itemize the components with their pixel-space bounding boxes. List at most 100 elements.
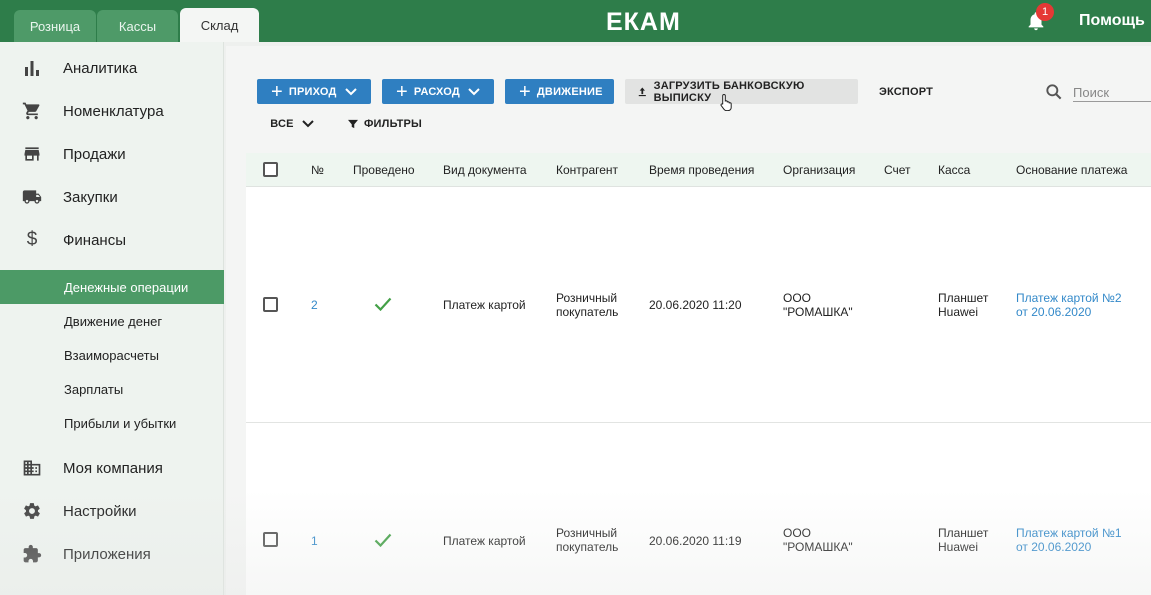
export-button-label: ЭКСПОРТ	[878, 85, 934, 98]
counterparty-line: покупатель	[556, 305, 619, 319]
search-input[interactable]	[1073, 84, 1151, 102]
tab-retail[interactable]: Розница	[14, 10, 96, 42]
operations-table: № Проведено Вид документа Контрагент Вре…	[246, 153, 1151, 595]
column-header-doc-type[interactable]: Вид документа	[443, 163, 527, 177]
filters-button[interactable]: ФИЛЬТРЫ	[340, 111, 430, 136]
column-header-time[interactable]: Время проведения	[649, 163, 754, 177]
register-cell: Планшет Huawei	[938, 291, 988, 319]
doc-type-cell: Платеж картой	[443, 298, 526, 312]
column-header-posted[interactable]: Проведено	[353, 163, 415, 177]
sidebar-item-my-company[interactable]: Моя компания	[0, 448, 224, 488]
tab-registers[interactable]: Кассы	[97, 10, 178, 42]
sidebar-item-label: Закупки	[63, 188, 118, 206]
sidebar-subitem-label: Взаиморасчеты	[64, 347, 159, 363]
checkmark-icon	[374, 533, 392, 547]
table-row[interactable]: 1 Платеж картой Розничный покупатель 20.0…	[246, 423, 1151, 595]
movement-button-label: ДВИЖЕНИЕ	[536, 85, 603, 98]
expense-button-label: РАСХОД	[413, 85, 460, 98]
sidebar-subitem-settlements[interactable]: Взаиморасчеты	[0, 338, 224, 372]
upload-bank-statement-button[interactable]: ЗАГРУЗИТЬ БАНКОВСКУЮ ВЫПИСКУ	[625, 79, 858, 104]
all-filter-dropdown[interactable]: ВСЕ	[261, 111, 323, 136]
payment-basis-line: от 20.06.2020	[1016, 540, 1092, 554]
plus-icon: +	[519, 80, 531, 103]
counterparty-line: покупатель	[556, 540, 619, 554]
sidebar-subitem-cash-flow[interactable]: Движение денег	[0, 304, 224, 338]
search-icon	[1046, 84, 1062, 100]
column-header-payment-basis[interactable]: Основание платежа	[1016, 163, 1127, 177]
table-row[interactable]: 2 Платеж картой Розничный покупатель 20.0…	[246, 187, 1151, 422]
payment-basis-line: Платеж картой №1	[1016, 526, 1122, 540]
sidebar-item-sales[interactable]: Продажи	[0, 134, 224, 174]
filters-button-label: ФИЛЬТРЫ	[363, 117, 423, 130]
all-filter-label: ВСЕ	[270, 117, 294, 130]
column-header-account[interactable]: Счет	[884, 163, 911, 177]
sidebar-item-finance[interactable]: $ Финансы	[0, 220, 224, 260]
organization-line: ООО	[783, 526, 812, 540]
payment-basis-link[interactable]: Платеж картой №2 от 20.06.2020	[1016, 291, 1122, 319]
register-line: Планшет	[938, 291, 989, 305]
puzzle-icon	[23, 544, 42, 563]
select-all-checkbox[interactable]	[263, 162, 278, 177]
income-button-label: ПРИХОД	[288, 85, 337, 98]
sidebar-subitem-label: Зарплаты	[64, 381, 124, 397]
truck-icon	[22, 190, 42, 204]
tab-warehouse[interactable]: Склад	[180, 8, 259, 42]
sidebar-subitem-profit-loss[interactable]: Прибыли и убытки	[0, 406, 224, 440]
column-header-organization[interactable]: Организация	[783, 163, 855, 177]
sidebar-item-label: Настройки	[63, 502, 137, 520]
row-checkbox[interactable]	[263, 532, 278, 547]
export-button[interactable]: ЭКСПОРТ	[871, 79, 941, 104]
sidebar-item-label: Приложения	[63, 545, 151, 563]
sidebar: Аналитика Номенклатура Продажи Закупки $…	[0, 42, 224, 595]
organization-line: ООО	[783, 291, 812, 305]
sidebar-item-label: Продажи	[63, 145, 126, 163]
chevron-down-icon	[468, 87, 480, 95]
hand-cursor-icon	[720, 93, 732, 111]
payment-basis-link[interactable]: Платеж картой №1 от 20.06.2020	[1016, 526, 1122, 554]
counterparty-cell: Розничный покупатель	[556, 526, 618, 554]
chevron-down-icon	[301, 119, 314, 127]
upload-button-label: ЗАГРУЗИТЬ БАНКОВСКУЮ ВЫПИСКУ	[653, 79, 805, 104]
organization-cell: ООО "РОМАШКА"	[783, 291, 853, 319]
sidebar-item-apps[interactable]: Приложения	[0, 534, 224, 574]
help-link[interactable]: Помощь	[1079, 12, 1145, 30]
counterparty-line: Розничный	[556, 526, 618, 540]
expense-button[interactable]: + РАСХОД	[382, 79, 494, 104]
column-header-register[interactable]: Касса	[938, 163, 970, 177]
register-line: Huawei	[938, 305, 979, 319]
register-line: Huawei	[938, 540, 979, 554]
bar-chart-icon	[25, 61, 39, 76]
time-cell: 20.06.2020 11:19	[649, 534, 742, 548]
upload-icon	[638, 87, 646, 97]
sidebar-subitem-salaries[interactable]: Зарплаты	[0, 372, 224, 406]
sidebar-item-analytics[interactable]: Аналитика	[0, 48, 224, 88]
checkmark-icon	[374, 297, 392, 311]
doc-type-cell: Платеж картой	[443, 534, 526, 548]
row-checkbox[interactable]	[263, 297, 278, 312]
organization-line: "РОМАШКА"	[783, 305, 853, 319]
sidebar-item-label: Финансы	[63, 231, 126, 249]
payment-basis-line: от 20.06.2020	[1016, 305, 1092, 319]
sidebar-item-settings[interactable]: Настройки	[0, 491, 224, 531]
row-number-link[interactable]: 1	[311, 534, 318, 548]
movement-button[interactable]: + ДВИЖЕНИЕ	[505, 79, 614, 104]
column-header-counterparty[interactable]: Контрагент	[556, 163, 618, 177]
time-cell: 20.06.2020 11:20	[649, 298, 742, 312]
sidebar-subitem-money-operations[interactable]: Денежные операции	[0, 270, 224, 304]
organization-cell: ООО "РОМАШКА"	[783, 526, 853, 554]
row-number-link[interactable]: 2	[311, 298, 318, 312]
cart-icon	[22, 102, 40, 120]
plus-icon: +	[271, 80, 283, 103]
plus-icon: +	[396, 80, 408, 103]
counterparty-line: Розничный	[556, 291, 618, 305]
column-header-number[interactable]: №	[311, 163, 324, 177]
income-button[interactable]: + ПРИХОД	[257, 79, 371, 104]
top-bar: Розница Кассы Склад ЕКАМ 1 Помощь	[0, 0, 1151, 42]
sidebar-subitem-label: Прибыли и убытки	[64, 415, 177, 431]
counterparty-cell: Розничный покупатель	[556, 291, 618, 319]
payment-basis-line: Платеж картой №2	[1016, 291, 1122, 305]
sidebar-item-purchases[interactable]: Закупки	[0, 177, 224, 217]
sidebar-item-nomenclature[interactable]: Номенклатура	[0, 91, 224, 131]
sidebar-item-label: Моя компания	[63, 459, 163, 477]
register-line: Планшет	[938, 526, 989, 540]
